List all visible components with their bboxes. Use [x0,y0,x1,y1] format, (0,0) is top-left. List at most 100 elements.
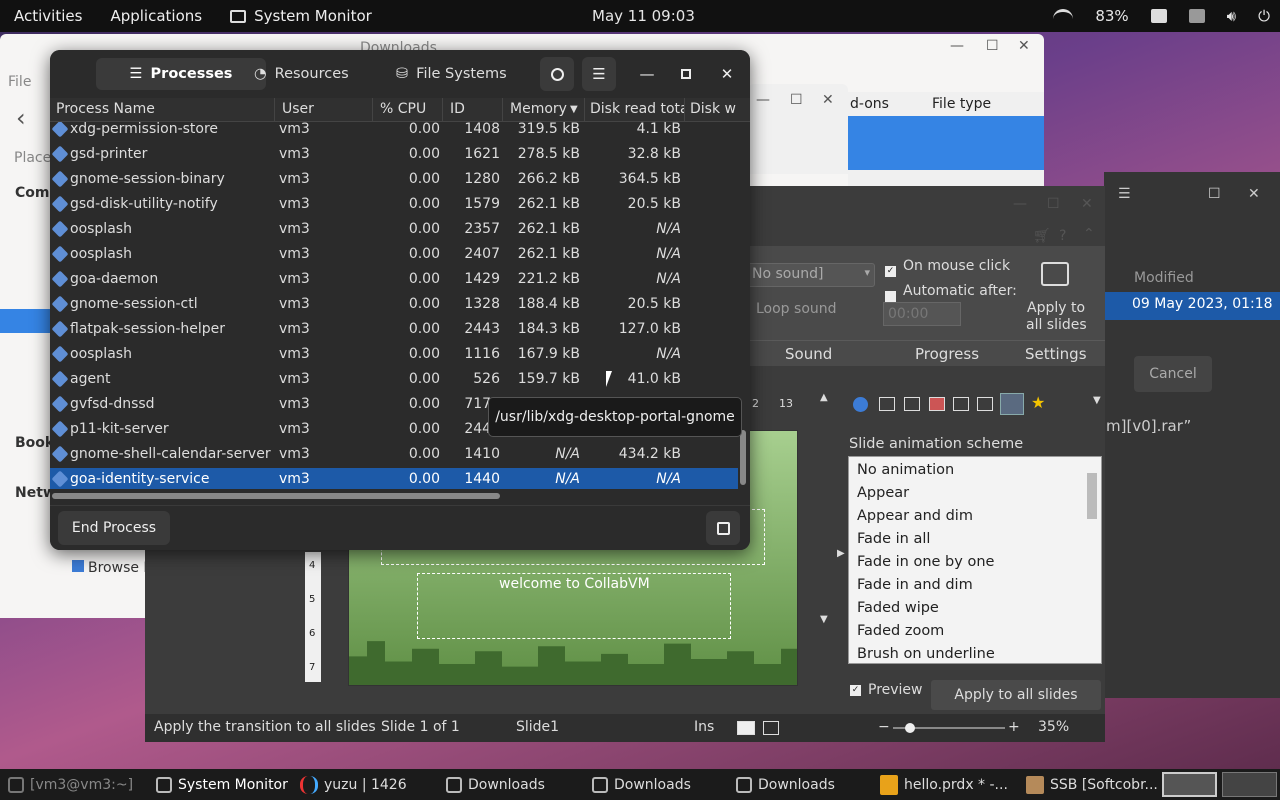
on-mouse-click-check[interactable]: ✓ [885,266,896,277]
power-icon[interactable]: ⏻ [1258,7,1270,25]
table-row[interactable]: oosplash vm3 0.00 2407 262.1 kB N/A [50,243,738,268]
table-row[interactable]: goa-daemon vm3 0.00 1429 221.2 kB N/A [50,268,738,293]
zoom-in-icon[interactable]: + [1008,719,1020,735]
list-item[interactable]: Fade in one by one [857,554,994,570]
close-icon[interactable]: ✕ [1248,186,1260,202]
back-arrow-icon[interactable]: ‹ [16,104,26,132]
file-menu[interactable]: File [8,74,31,90]
sidebar-collapse-icon[interactable]: ▶ [837,548,845,559]
table-row[interactable]: oosplash vm3 0.00 2357 262.1 kB N/A [50,218,738,243]
navigator-icon[interactable] [929,397,945,411]
column-cpu[interactable]: % CPU [380,101,440,117]
main-menu-button[interactable]: ☰ [582,57,616,91]
clock[interactable]: May 11 09:03 [592,7,695,25]
column-id[interactable]: ID [450,101,500,117]
slide-position[interactable]: Slide 1 of 1 [381,719,460,735]
column-disk-read[interactable]: Disk read tota [590,101,684,117]
end-process-button[interactable]: End Process [58,511,170,545]
automatic-after-check[interactable] [885,291,896,302]
close-icon[interactable]: ✕ [822,92,834,108]
collapse-icon[interactable]: ⌃ [1083,226,1095,242]
tab-processes[interactable]: ☰ Processes [96,58,266,90]
insert-mode[interactable]: Ins [694,719,714,735]
preview-check[interactable]: ✓ [850,685,861,696]
workspace-1[interactable] [1162,772,1217,797]
addons-column[interactable]: d-ons [850,96,889,112]
list-item[interactable]: Appear [857,485,909,501]
table-row[interactable]: xdg-permission-store vm3 0.00 1408 319.5 kB 4… [50,122,738,143]
list-item[interactable]: No animation [857,462,954,478]
task-downloads-3[interactable]: Downloads [736,769,835,800]
system-monitor-window[interactable]: ☰ Processes ◔ Resources ⛁ File Systems ☰… [50,50,750,550]
table-row[interactable]: gnome-session-binary vm3 0.00 1280 266.2 kB 3… [50,168,738,193]
table-row[interactable]: gnome-shell-calendar-server vm3 0.00 1410 N/… [50,443,738,468]
wifi-icon[interactable] [1053,9,1074,23]
list-item[interactable]: Faded wipe [857,600,939,616]
animation-icon[interactable] [977,397,993,411]
column-memory[interactable]: Memory [510,101,570,117]
process-properties-button[interactable] [706,511,740,545]
file-list-panel[interactable]: d-ons File type [848,92,1044,192]
table-row[interactable]: goa-identity-service vm3 0.00 1440 N/A N/A [50,468,738,489]
workspace-2[interactable] [1222,772,1277,797]
sidebar-menu-icon[interactable]: ▼ [1093,395,1101,406]
app-menu[interactable]: System Monitor [216,7,386,25]
sound-select[interactable]: No sound] ▾ [747,263,875,287]
maximize-icon[interactable]: ☐ [986,38,999,54]
auto-time-spin[interactable]: 00:00 [883,302,961,326]
task-downloads-1[interactable]: Downloads [446,769,545,800]
task-system-monitor[interactable]: System Monitor [156,769,288,800]
maximize-icon[interactable]: ☐ [1047,196,1060,212]
volume-icon[interactable]: 🔊︎ [1227,7,1236,25]
table-row[interactable]: flatpak-session-helper vm3 0.00 2443 184.3 k… [50,318,738,343]
minimize-icon[interactable]: — [950,38,964,54]
battery-label[interactable]: 83% [1095,7,1128,25]
animation-scheme-list[interactable]: No animation Appear Appear and dim Fade … [848,456,1102,664]
vertical-scrollbar[interactable] [740,430,746,485]
close-icon[interactable]: ✕ [1018,38,1030,54]
slide-transition-icon[interactable] [953,397,969,411]
outline-view-icon[interactable] [763,721,779,735]
apply-all-line2[interactable]: all slides [1026,317,1087,333]
maximize-button[interactable] [669,57,703,91]
list-item[interactable]: Fade in all [857,531,930,547]
list-item[interactable]: Fade in and dim [857,577,973,593]
filetype-column[interactable]: File type [932,96,991,112]
cart-icon[interactable]: 🛒︎ [1033,228,1051,244]
minimize-button[interactable]: — [630,57,664,91]
minimize-icon[interactable]: — [756,92,770,108]
loop-sound-label[interactable]: Loop sound [756,301,837,317]
task-terminal[interactable]: [vm3@vm3:~] [8,769,133,800]
minimize-icon[interactable]: — [1013,196,1027,212]
list-item[interactable]: Brush on underline [857,646,995,662]
clipboard-icon[interactable] [1150,9,1167,23]
column-disk-write[interactable]: Disk w [690,101,738,117]
gallery-icon[interactable] [904,397,920,411]
window-icon[interactable] [1188,9,1205,23]
menu-icon[interactable]: ☰ [1118,186,1131,202]
column-user[interactable]: User [282,101,362,117]
master-slides-icon[interactable] [1000,393,1024,415]
scroll-down-icon[interactable]: ▼ [820,614,828,625]
browse-network-item[interactable]: Browse N [72,560,154,576]
table-row[interactable]: gsd-printer vm3 0.00 1621 278.5 kB 32.8 kB [50,143,738,168]
list-item[interactable]: Appear and dim [857,508,973,524]
selected-file-row[interactable] [848,116,1044,170]
star-icon[interactable]: ★ [1031,393,1045,412]
apply-to-all-slides-button[interactable]: Apply to all slides [931,680,1101,710]
applications-menu[interactable]: Applications [96,7,216,25]
scroll-up-icon[interactable]: ▲ [820,392,828,403]
task-downloads-2[interactable]: Downloads [592,769,691,800]
close-button[interactable]: ✕ [710,57,744,91]
zoom-slider-knob[interactable] [905,723,915,733]
properties-icon[interactable] [853,397,868,412]
cancel-button[interactable]: Cancel [1134,356,1212,392]
normal-view-icon[interactable] [737,721,755,735]
zoom-out-icon[interactable]: − [878,719,890,735]
sidebar-selected-item[interactable] [0,309,50,333]
apply-all-line1[interactable]: Apply to [1027,300,1085,316]
table-row[interactable]: gsd-disk-utility-notify vm3 0.00 1579 262.1 … [50,193,738,218]
zoom-level[interactable]: 35% [1038,719,1069,735]
zoom-slider[interactable] [893,723,1005,733]
horizontal-scrollbar[interactable] [52,493,500,499]
